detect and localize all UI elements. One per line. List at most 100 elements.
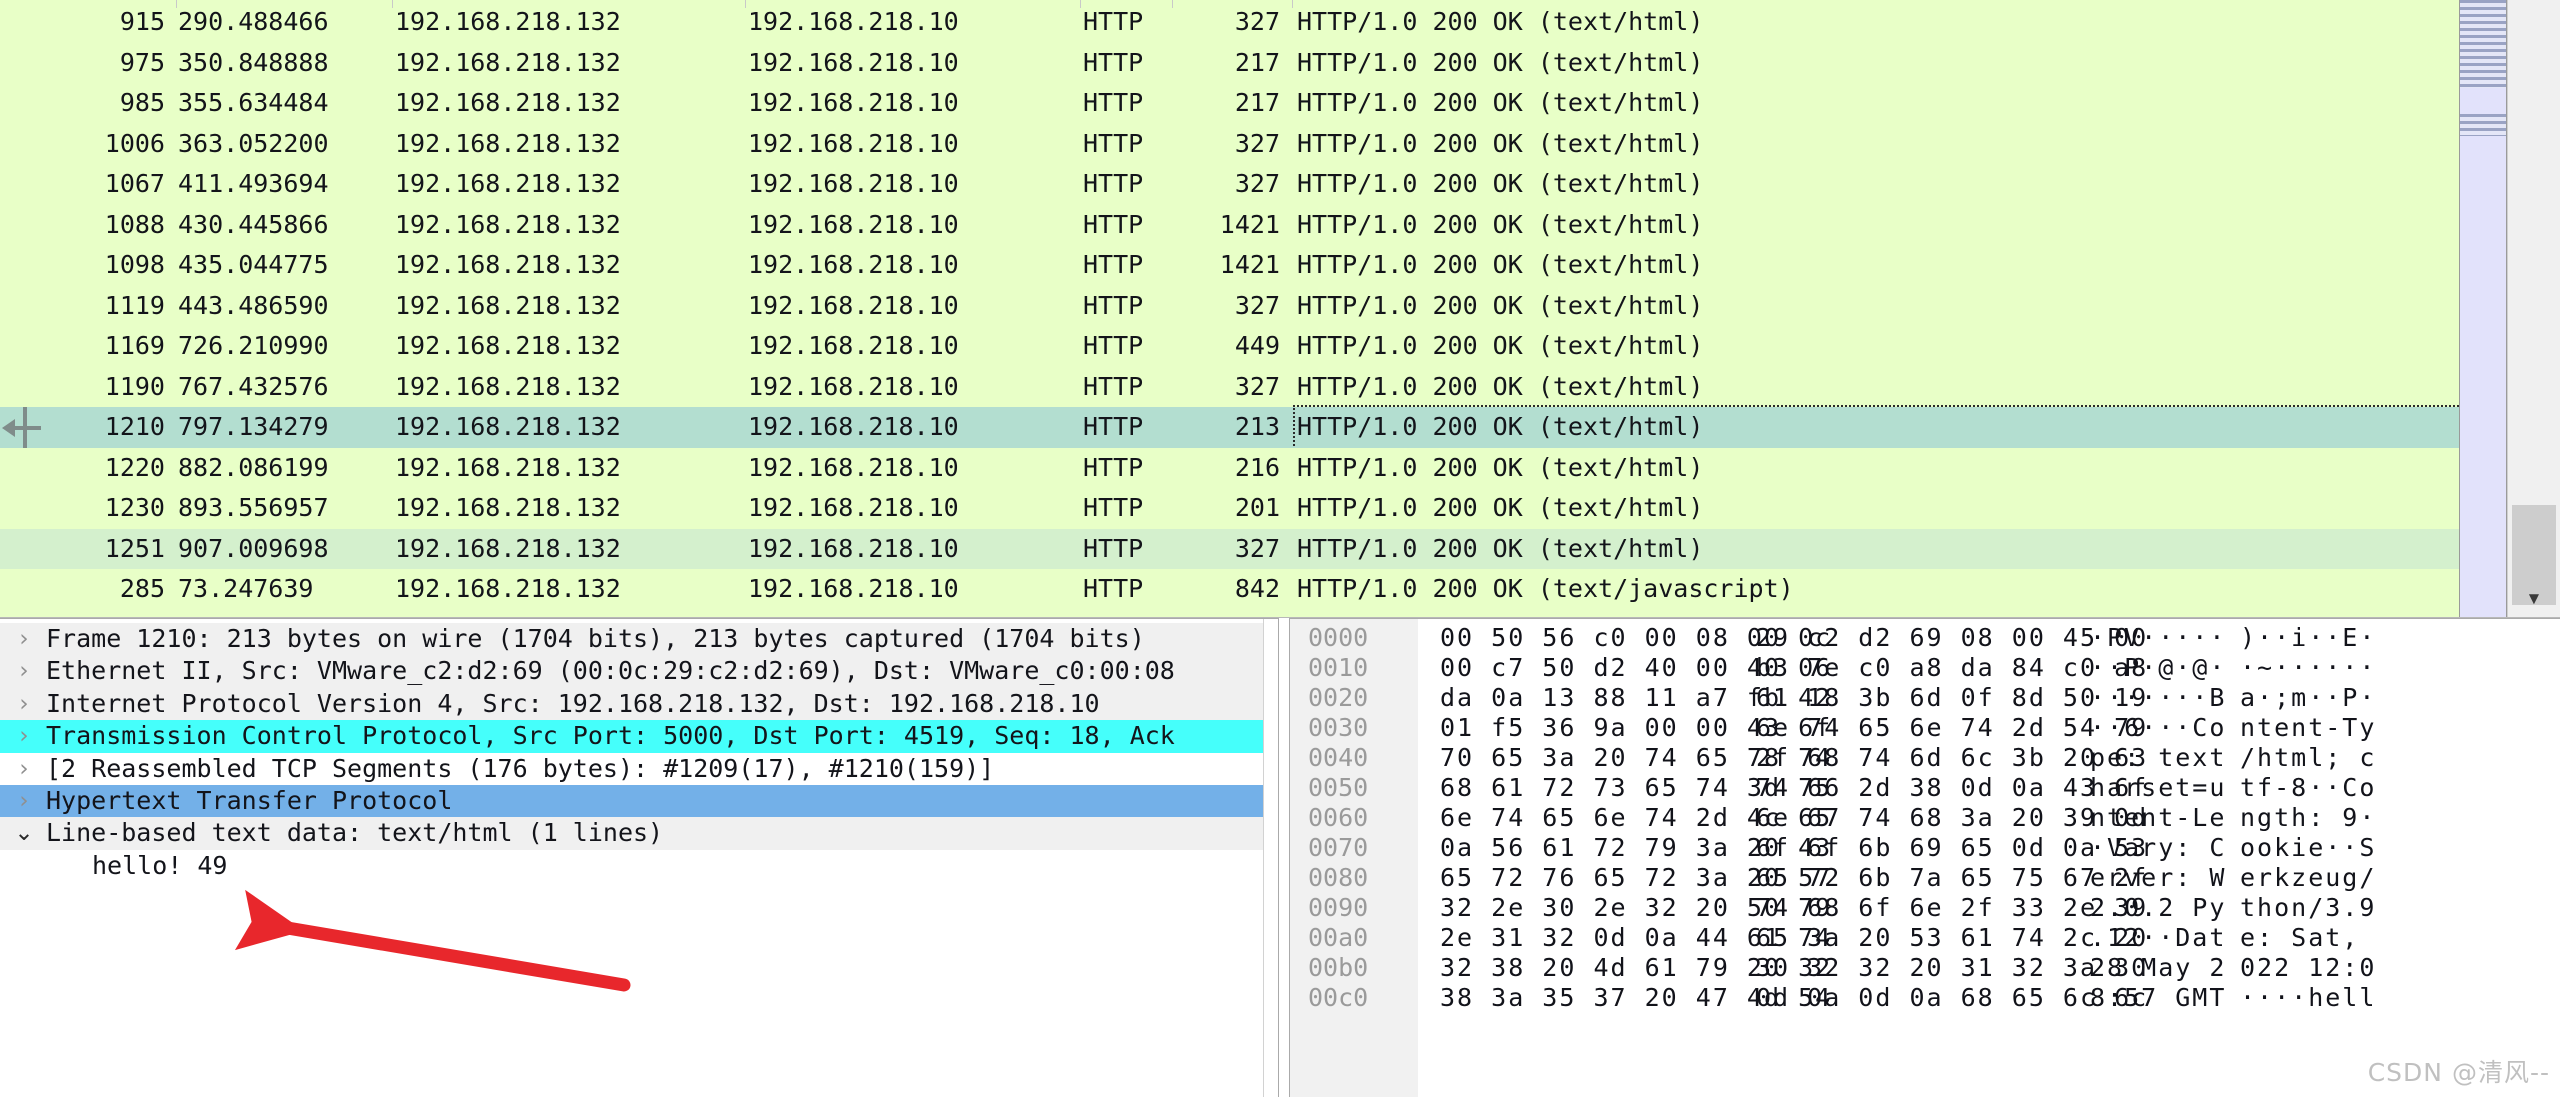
detail-tree-label: [2 Reassembled TCP Segments (176 bytes):…	[46, 753, 994, 785]
hex-ascii-left: ·Vary: C	[2090, 833, 2226, 863]
cell-info: HTTP/1.0 200 OK (text/html)	[1295, 326, 2459, 367]
cell-length: 1421	[1175, 245, 1280, 286]
detail-tree-item[interactable]: ⌄Line-based text data: text/html (1 line…	[0, 817, 1278, 849]
hex-ascii-left: .12··Dat	[2090, 923, 2226, 953]
cell-length: 327	[1175, 286, 1280, 327]
hex-row[interactable]: 00b032 38 20 4d 61 79 20 3230 32 32 20 3…	[1290, 953, 2560, 983]
detail-tree-item[interactable]: ›Frame 1210: 213 bytes on wire (1704 bit…	[0, 623, 1278, 655]
cell-no: 1210	[0, 407, 165, 448]
cell-protocol: HTTP	[1083, 205, 1173, 246]
table-row[interactable]: 1098435.044775192.168.218.132192.168.218…	[0, 245, 2459, 286]
cell-info: HTTP/1.0 200 OK (text/html)	[1295, 529, 2459, 570]
cell-destination: 192.168.218.10	[748, 367, 1018, 408]
chevron-down-icon[interactable]: ⌄	[9, 817, 39, 849]
cell-destination: 192.168.218.10	[748, 205, 1018, 246]
detail-tree-item[interactable]: ›Hypertext Transfer Protocol	[0, 785, 1278, 817]
cell-protocol: HTTP	[1083, 164, 1173, 205]
hex-ascii-right: tf-8··Co	[2240, 773, 2376, 803]
table-row[interactable]: 1119443.486590192.168.218.132192.168.218…	[0, 286, 2459, 327]
column-separator-time[interactable]	[176, 0, 177, 8]
packet-detail-tree[interactable]: ›Frame 1210: 213 bytes on wire (1704 bit…	[0, 619, 1278, 882]
cell-destination: 192.168.218.10	[748, 326, 1018, 367]
table-row[interactable]: 28573.247639192.168.218.132192.168.218.1…	[0, 569, 2459, 610]
chevron-right-icon[interactable]: ›	[9, 688, 39, 720]
hex-ascii-right: thon/3.9	[2240, 893, 2376, 923]
cell-no: 985	[0, 83, 165, 124]
cell-info: HTTP/1.0 200 OK (text/html)	[1295, 286, 2459, 327]
table-row[interactable]: 1006363.052200192.168.218.132192.168.218…	[0, 124, 2459, 165]
chevron-right-icon[interactable]: ›	[9, 753, 39, 785]
cell-length: 1421	[1175, 205, 1280, 246]
hex-row[interactable]: 00700a 56 61 72 79 3a 20 436f 6f 6b 69 6…	[1290, 833, 2560, 863]
hex-ascii-right: e: Sat,	[2240, 923, 2359, 953]
cell-source: 192.168.218.132	[395, 569, 665, 610]
hex-row[interactable]: 008065 72 76 65 72 3a 20 5765 72 6b 7a 6…	[1290, 863, 2560, 893]
cell-length: 217	[1175, 43, 1280, 84]
cell-source: 192.168.218.132	[395, 245, 665, 286]
column-separator-protocol[interactable]	[1080, 0, 1081, 8]
packet-list-scrollbar[interactable]: ▾	[2507, 0, 2560, 617]
hex-row[interactable]: 0020da 0a 13 88 11 a7 fb 4261 18 3b 6d 0…	[1290, 683, 2560, 713]
cell-protocol: HTTP	[1083, 407, 1173, 448]
hex-row[interactable]: 005068 61 72 73 65 74 3d 7574 66 2d 38 0…	[1290, 773, 2560, 803]
hex-dump[interactable]: 000000 50 56 c0 00 08 00 0c29 c2 d2 69 0…	[1290, 619, 2560, 1013]
column-separator-source[interactable]	[392, 0, 393, 8]
hex-row[interactable]: 000000 50 56 c0 00 08 00 0c29 c2 d2 69 0…	[1290, 623, 2560, 653]
packet-list[interactable]: 915290.488466192.168.218.132192.168.218.…	[0, 0, 2459, 617]
hex-ascii-right: ····hell	[2240, 983, 2376, 1013]
hex-row[interactable]: 003001 f5 36 9a 00 00 43 6f6e 74 65 6e 7…	[1290, 713, 2560, 743]
table-row[interactable]: 1230893.556957192.168.218.132192.168.218…	[0, 488, 2459, 529]
chevron-down-icon[interactable]: ▾	[2508, 585, 2560, 611]
hex-row[interactable]: 004070 65 3a 20 74 65 78 742f 68 74 6d 6…	[1290, 743, 2560, 773]
chevron-right-icon[interactable]: ›	[9, 720, 39, 752]
hex-row[interactable]: 009032 2e 30 2e 32 20 50 7974 68 6f 6e 2…	[1290, 893, 2560, 923]
hex-ascii-right: ngth: 9·	[2240, 803, 2376, 833]
hex-ascii-left: ··6···Co	[2090, 713, 2226, 743]
chevron-right-icon[interactable]: ›	[9, 655, 39, 687]
detail-tree-item[interactable]: ›[2 Reassembled TCP Segments (176 bytes)…	[0, 753, 1278, 785]
detail-tree-item[interactable]: ›Ethernet II, Src: VMware_c2:d2:69 (00:0…	[0, 655, 1278, 687]
table-row[interactable]: 1210797.134279192.168.218.132192.168.218…	[0, 407, 2459, 448]
table-row[interactable]: 985355.634484192.168.218.132192.168.218.…	[0, 83, 2459, 124]
packet-details-pane[interactable]: ›Frame 1210: 213 bytes on wire (1704 bit…	[0, 618, 1279, 1097]
hex-ascii-left: ntent-Le	[2090, 803, 2226, 833]
packet-details-scrollbar[interactable]	[1263, 619, 1278, 1097]
detail-tree-item[interactable]: hello! 49	[0, 850, 1278, 882]
column-separator-length[interactable]	[1172, 0, 1173, 8]
detail-tree-item[interactable]: ›Internet Protocol Version 4, Src: 192.1…	[0, 688, 1278, 720]
cell-no: 1190	[0, 367, 165, 408]
column-separator-info[interactable]	[1292, 0, 1293, 8]
hex-row[interactable]: 00606e 74 65 6e 74 2d 4c 656e 67 74 68 3…	[1290, 803, 2560, 833]
cell-info: HTTP/1.0 200 OK (text/javascript)	[1295, 569, 2459, 610]
hex-row[interactable]: 00c038 3a 35 37 20 47 4d 540d 0a 0d 0a 6…	[1290, 983, 2560, 1013]
hex-ascii-left: ·PV·····	[2090, 623, 2226, 653]
hex-offset: 0060	[1308, 803, 1400, 833]
cell-destination: 192.168.218.10	[748, 124, 1018, 165]
table-row[interactable]: 1088430.445866192.168.218.132192.168.218…	[0, 205, 2459, 246]
cell-source: 192.168.218.132	[395, 43, 665, 84]
hex-offset: 0030	[1308, 713, 1400, 743]
chevron-right-icon[interactable]: ›	[9, 623, 39, 655]
table-row[interactable]: 1220882.086199192.168.218.132192.168.218…	[0, 448, 2459, 489]
cell-time: 797.134279	[178, 407, 368, 448]
cell-no: 975	[0, 43, 165, 84]
hex-row[interactable]: 001000 c7 50 d2 40 00 40 06b3 7e c0 a8 d…	[1290, 653, 2560, 683]
cell-source: 192.168.218.132	[395, 367, 665, 408]
cell-destination: 192.168.218.10	[748, 488, 1018, 529]
cell-source: 192.168.218.132	[395, 83, 665, 124]
table-row[interactable]: 915290.488466192.168.218.132192.168.218.…	[0, 2, 2459, 43]
hex-ascii-left: 8:57 GMT	[2090, 983, 2226, 1013]
column-separator-destination[interactable]	[745, 0, 746, 8]
hex-row[interactable]: 00a02e 31 32 0d 0a 44 61 7465 3a 20 53 6…	[1290, 923, 2560, 953]
detail-tree-item[interactable]: ›Transmission Control Protocol, Src Port…	[0, 720, 1278, 752]
table-row[interactable]: 1190767.432576192.168.218.132192.168.218…	[0, 367, 2459, 408]
table-row[interactable]: 1169726.210990192.168.218.132192.168.218…	[0, 326, 2459, 367]
chevron-right-icon[interactable]: ›	[9, 785, 39, 817]
table-row[interactable]: 975350.848888192.168.218.132192.168.218.…	[0, 43, 2459, 84]
packet-bytes-pane[interactable]: 000000 50 56 c0 00 08 00 0c29 c2 d2 69 0…	[1289, 618, 2560, 1097]
table-row[interactable]: 1251907.009698192.168.218.132192.168.218…	[0, 529, 2459, 570]
table-row[interactable]: 1067411.493694192.168.218.132192.168.218…	[0, 164, 2459, 205]
hex-offset: 0090	[1308, 893, 1400, 923]
cell-info: HTTP/1.0 200 OK (text/html)	[1295, 2, 2459, 43]
intelligent-scrollbar-packet-map[interactable]	[2459, 0, 2507, 617]
